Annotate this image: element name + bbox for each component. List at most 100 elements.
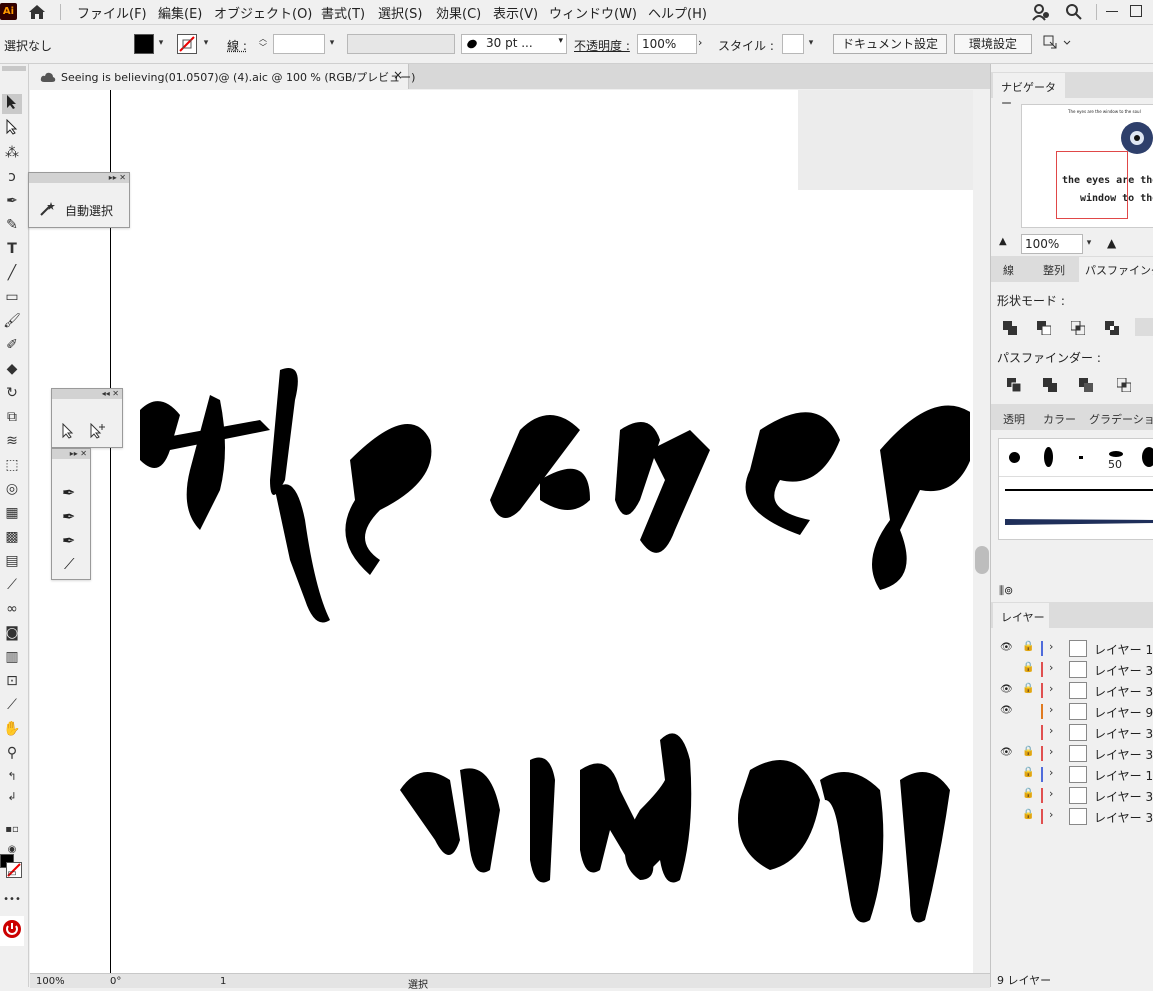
status-artboard[interactable]: 1: [220, 976, 226, 987]
tab-navigator[interactable]: ナビゲーター: [993, 73, 1065, 110]
warp-tool-icon[interactable]: ≋: [2, 431, 22, 451]
minus-front-icon[interactable]: [1037, 321, 1052, 336]
unite-icon[interactable]: [1003, 321, 1017, 335]
lock-icon[interactable]: 🔒: [1022, 788, 1034, 799]
brush-line-tapered[interactable]: [1005, 517, 1153, 527]
shape-builder-tool-icon[interactable]: ◎: [2, 479, 22, 499]
magic-wand-label[interactable]: 自動選択: [65, 202, 113, 219]
expand-arrow-icon[interactable]: ›: [1049, 724, 1053, 737]
brush-large-icon[interactable]: [1142, 447, 1153, 467]
panel-header[interactable]: ◂◂ ✕: [52, 389, 122, 399]
style-dropdown[interactable]: ▾: [805, 33, 817, 53]
opacity-label[interactable]: 不透明度 :: [574, 37, 630, 54]
selection-tool-icon[interactable]: [2, 94, 22, 114]
group-select-icon[interactable]: [88, 422, 106, 442]
panel-header[interactable]: ▸▸ ✕: [29, 173, 129, 183]
expand-arrow-icon[interactable]: ›: [1049, 766, 1053, 779]
lock-icon[interactable]: 🔒: [1022, 767, 1034, 778]
brush-definition[interactable]: 30 pt ... ▾: [461, 34, 567, 54]
layer-row[interactable]: 👁 🔒 › レイヤー 3: [991, 680, 1153, 701]
menu-effect[interactable]: 効果(C): [436, 3, 481, 22]
opacity-expand-icon[interactable]: ›: [698, 36, 702, 49]
pen-icon[interactable]: ✒: [62, 483, 75, 502]
line-tool-icon[interactable]: ╱: [2, 263, 22, 283]
layer-row[interactable]: 🔒 › レイヤー 3: [991, 659, 1153, 680]
layer-name[interactable]: レイヤー 3: [1094, 746, 1153, 763]
screen-mode-icon[interactable]: ▭: [2, 864, 22, 884]
graph-tool-icon[interactable]: ▥: [2, 647, 22, 667]
status-rotation[interactable]: 0°: [110, 976, 121, 987]
panel-header[interactable]: ▸▸ ✕: [52, 449, 90, 459]
maximize-icon[interactable]: [1130, 5, 1142, 17]
document-tab[interactable]: Seeing is believing(01.0507)@ (4).aic @ …: [30, 64, 415, 89]
add-anchor-icon[interactable]: ✒: [62, 507, 75, 526]
pen-tool-icon[interactable]: ✒: [2, 191, 22, 211]
expand-arrow-icon[interactable]: ›: [1049, 682, 1053, 695]
expand-arrow-icon[interactable]: ›: [1049, 745, 1053, 758]
layer-name[interactable]: レイヤー 3: [1094, 662, 1153, 679]
fill-dropdown[interactable]: ▾: [155, 33, 167, 53]
intersect-icon[interactable]: [1070, 320, 1086, 336]
menu-object[interactable]: オブジェクト(O): [214, 3, 312, 22]
magic-wand-tool-icon[interactable]: ⁂: [2, 143, 22, 163]
shaper-tool-icon[interactable]: ✐: [2, 335, 22, 355]
layer-row[interactable]: 👁 🔒 › レイヤー 3: [991, 743, 1153, 764]
brush-round-icon[interactable]: [1009, 452, 1020, 463]
menu-help[interactable]: ヘルプ(H): [648, 3, 707, 22]
document-setup-button[interactable]: ドキュメント設定: [833, 34, 947, 54]
brush-dropdown-arrow[interactable]: ▾: [558, 36, 563, 46]
tab-gradient[interactable]: グラデーション: [1089, 411, 1153, 427]
layer-row[interactable]: 👁 🔒 › レイヤー 1: [991, 638, 1153, 659]
paintbrush-tool-icon[interactable]: 🖌: [2, 311, 22, 331]
direct-selection-tool-icon[interactable]: [2, 118, 22, 139]
tab-transparency[interactable]: 透明: [1003, 411, 1025, 427]
tab-layers[interactable]: レイヤー: [993, 603, 1049, 628]
symbol-sprayer-tool-icon[interactable]: ◙: [2, 623, 22, 643]
layer-name[interactable]: レイヤー 3: [1094, 725, 1153, 742]
layer-name[interactable]: レイヤー 9: [1094, 704, 1153, 721]
brush-flat-icon[interactable]: [1109, 451, 1123, 457]
visibility-eye-icon[interactable]: 👁: [1000, 705, 1013, 716]
layer-name[interactable]: レイヤー 3: [1094, 683, 1153, 700]
edit-toolbar-icon[interactable]: •••: [2, 890, 22, 910]
zoom-tool-icon[interactable]: ⚲: [2, 743, 22, 763]
status-zoom[interactable]: 100%: [36, 976, 65, 987]
rotate-tool-icon[interactable]: ↻: [2, 383, 22, 403]
blend-tool-icon[interactable]: ∞: [2, 599, 22, 619]
graffiti-artwork[interactable]: [120, 360, 970, 940]
close-tab-icon[interactable]: ×: [393, 68, 403, 82]
menu-edit[interactable]: 編集(E): [158, 3, 202, 22]
tab-pathfinder[interactable]: パスファインダー: [1079, 257, 1153, 282]
rectangle-tool-icon[interactable]: ▭: [2, 287, 22, 307]
arrange-icon[interactable]: [1042, 34, 1072, 55]
menu-file[interactable]: ファイル(F): [77, 3, 147, 22]
toolbar-grip[interactable]: [2, 66, 26, 71]
search-icon[interactable]: [1065, 3, 1083, 24]
menu-type[interactable]: 書式(T): [321, 3, 365, 22]
stroke-weight-dropdown[interactable]: ▾: [326, 33, 338, 53]
navigator-zoom-input[interactable]: 100%: [1021, 234, 1083, 254]
eraser-tool-icon[interactable]: ◆: [2, 359, 22, 379]
free-transform-tool-icon[interactable]: ⬚: [2, 455, 22, 475]
swap-fill-stroke-icon[interactable]: ↰ ↲: [2, 767, 22, 803]
lasso-tool-icon[interactable]: ↄ: [2, 167, 22, 187]
style-swatch[interactable]: [782, 34, 804, 54]
lock-icon[interactable]: 🔒: [1022, 809, 1034, 820]
layer-row[interactable]: 🔒 › レイヤー 3: [991, 785, 1153, 806]
user-search-icon[interactable]: [1032, 3, 1050, 24]
expand-arrow-icon[interactable]: ›: [1049, 808, 1053, 821]
tab-align[interactable]: 整列: [1043, 262, 1065, 278]
visibility-eye-icon[interactable]: 👁: [1000, 684, 1013, 695]
stroke-dropdown[interactable]: ▾: [200, 33, 212, 53]
preferences-button[interactable]: 環境設定: [954, 34, 1032, 54]
divide-icon[interactable]: [1007, 378, 1022, 393]
lock-icon[interactable]: 🔒: [1022, 746, 1034, 757]
brush-small-icon[interactable]: [1079, 456, 1083, 459]
menu-window[interactable]: ウィンドウ(W): [549, 3, 637, 22]
zoom-in-icon[interactable]: ▲: [1107, 236, 1116, 250]
expand-arrow-icon[interactable]: ›: [1049, 703, 1053, 716]
canvas-area[interactable]: [30, 90, 973, 973]
home-icon[interactable]: [28, 4, 46, 20]
layer-row[interactable]: › レイヤー 3: [991, 722, 1153, 743]
brush-libraries-menu-icon[interactable]: ⫼⊚: [999, 584, 1013, 598]
